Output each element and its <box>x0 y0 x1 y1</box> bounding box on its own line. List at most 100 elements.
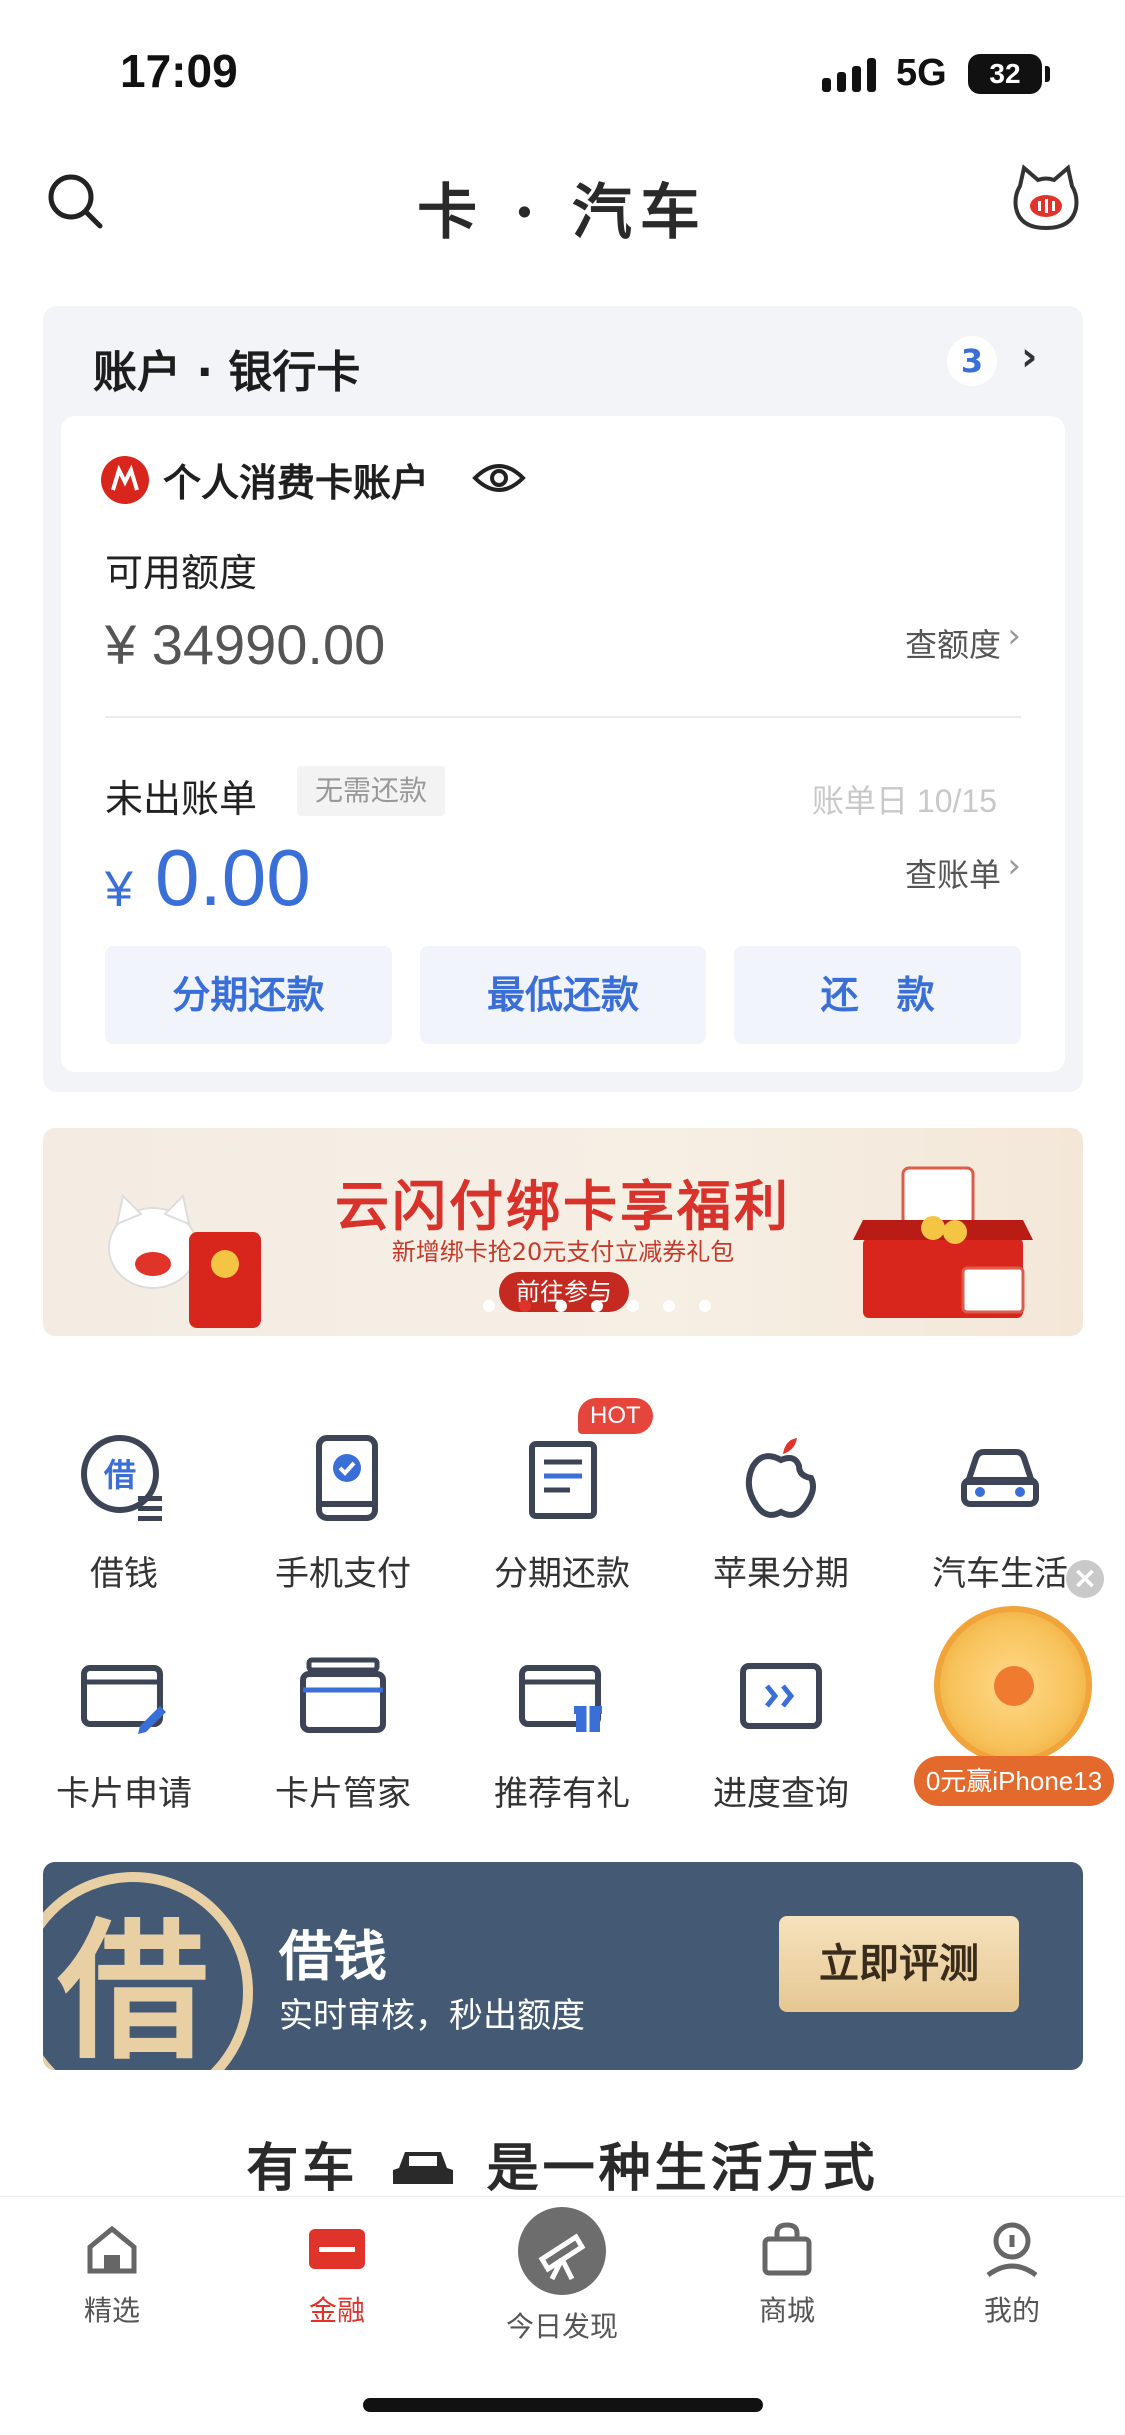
tab-label: 金融 <box>308 2294 365 2327</box>
tab-label: 今日发现 <box>505 2310 618 2343</box>
gift-box-illustration <box>853 1166 1033 1318</box>
bill-date: 账单日 10/15 <box>812 783 997 819</box>
minimum-repay-button[interactable]: 最低还款 <box>419 946 707 1044</box>
progress-icon <box>740 1663 822 1729</box>
installment-repay-button[interactable]: 分期还款 <box>105 946 392 1044</box>
loan-banner-title: 借钱 <box>279 1925 387 1988</box>
carousel-dot[interactable] <box>555 1300 567 1312</box>
slogan-text-after: 是一种生活方式 <box>486 2138 879 2199</box>
menu-item-progress[interactable]: 进度查询 <box>681 1650 881 1815</box>
menu-item-card-manager[interactable]: 卡片管家 <box>243 1650 443 1815</box>
account-count-badge[interactable]: 3 <box>947 336 997 386</box>
tab-mall[interactable]: 商城 <box>697 2219 877 2329</box>
slogan-text-before: 有车 <box>246 2138 359 2199</box>
check-bill-label: 查账单 <box>904 856 1001 894</box>
svg-text:借: 借 <box>103 1456 136 1494</box>
eye-icon[interactable] <box>471 458 527 498</box>
available-limit-label: 可用额度 <box>105 551 258 595</box>
signal-icon <box>822 58 876 92</box>
lucky-wheel-icon <box>934 1606 1092 1764</box>
menu-item-referral[interactable]: 推荐有礼 <box>462 1650 662 1815</box>
check-limit-link[interactable]: 查额度 <box>905 620 1001 666</box>
check-bill-link[interactable]: 查账单 <box>905 850 1001 896</box>
menu-item-loan[interactable]: 借 借钱 <box>24 1430 224 1595</box>
carousel-dot[interactable] <box>591 1300 603 1312</box>
wheel-center <box>994 1666 1034 1706</box>
unbilled-label: 未出账单 <box>105 777 258 821</box>
home-icon <box>87 2225 137 2274</box>
battery-icon: 32 <box>968 54 1042 94</box>
phone-pay-icon <box>316 1435 378 1521</box>
account-card: 账户 · 银行卡 3 › 个人消费卡账户 可用额度 ¥ 34990.00 查额度… <box>43 306 1083 1092</box>
menu-item-phone-pay[interactable]: 手机支付 <box>243 1430 443 1595</box>
apple-icon <box>745 1438 816 1518</box>
status-bar: 17:09 5G 32 <box>0 0 1125 140</box>
status-time: 17:09 <box>120 45 238 97</box>
lucky-wheel-label: 0元赢iPhone13 <box>914 1756 1114 1806</box>
tab-label: 商城 <box>758 2294 815 2327</box>
loan-banner-subtitle: 实时审核，秒出额度 <box>279 1996 585 2036</box>
profile-icon <box>986 2222 1038 2278</box>
menu-item-installment[interactable]: HOT 分期还款 <box>462 1398 662 1595</box>
telescope-icon <box>518 2207 606 2295</box>
loan-seal-logo: 借 <box>43 1872 253 2070</box>
menu-label: 苹果分期 <box>713 1554 849 1594</box>
hot-badge: HOT <box>578 1398 653 1434</box>
car-icon <box>392 2152 453 2184</box>
tab-profile[interactable]: 我的 <box>922 2219 1102 2329</box>
menu-label: 卡片管家 <box>275 1774 411 1814</box>
divider <box>105 716 1021 718</box>
chevron-right-icon[interactable]: › <box>1021 334 1037 380</box>
carousel-dots <box>483 1300 711 1312</box>
installment-icon <box>529 1441 597 1519</box>
check-limit-label: 查额度 <box>904 626 1001 664</box>
menu-label: 卡片申请 <box>56 1774 192 1814</box>
menu-label: 分期还款 <box>494 1554 630 1594</box>
carousel-dot[interactable] <box>483 1300 495 1312</box>
bag-icon <box>762 2222 812 2276</box>
bill-currency: ¥ <box>105 861 133 917</box>
account-section-title: 账户 · 银行卡 <box>93 347 361 398</box>
unbilled-amount: 0.00 <box>155 833 311 922</box>
section-slogan: 有车 是一种生活方式 <box>0 2126 1125 2201</box>
status-badge: 无需还款 <box>297 766 446 816</box>
available-limit-amount: ¥ 34990.00 <box>105 613 386 676</box>
promo-banner[interactable]: 云闪付绑卡享福利 新增绑卡抢20元支付立减券礼包 前往参与 <box>43 1128 1083 1336</box>
carousel-dot[interactable] <box>663 1300 675 1312</box>
carousel-dot-active[interactable] <box>519 1300 531 1312</box>
tab-discover[interactable]: 今日发现 <box>472 2207 652 2345</box>
tab-label: 精选 <box>83 2294 140 2327</box>
consumer-card-panel: 个人消费卡账户 可用额度 ¥ 34990.00 查额度 › 未出账单 无需还款 … <box>61 416 1065 1072</box>
menu-item-card-apply[interactable]: 卡片申请 <box>24 1650 224 1815</box>
carousel-dot[interactable] <box>699 1300 711 1312</box>
repay-button[interactable]: 还 款 <box>734 946 1022 1044</box>
tab-finance[interactable]: 金融 <box>247 2219 427 2329</box>
loan-icon: 借 <box>81 1435 162 1521</box>
menu-label: 进度查询 <box>713 1774 849 1814</box>
evaluate-now-button[interactable]: 立即评测 <box>779 1916 1019 2012</box>
close-icon[interactable]: × <box>1066 1560 1104 1598</box>
card-apply-icon <box>81 1665 166 1734</box>
menu-label: 推荐有礼 <box>494 1774 630 1814</box>
card-account-name: 个人消费卡账户 <box>163 461 430 505</box>
header: 卡 · 汽车 <box>0 150 1125 250</box>
menu-label: 借钱 <box>90 1554 158 1594</box>
card-manager-icon <box>300 1657 386 1733</box>
menu-label: 手机支付 <box>275 1554 411 1594</box>
car-icon <box>961 1449 1039 1507</box>
carousel-dot[interactable] <box>627 1300 639 1312</box>
tab-featured[interactable]: 精选 <box>22 2219 202 2329</box>
page-title: 卡 · 汽车 <box>417 178 708 248</box>
network-type: 5G <box>896 52 947 94</box>
floating-lucky-wheel[interactable]: × 0元赢iPhone13 <box>914 1560 1114 1810</box>
mascot-icon[interactable] <box>1012 164 1080 234</box>
battery-tip <box>1045 66 1050 82</box>
repay-button-row: 分期还款 最低还款 还 款 <box>105 946 1022 1044</box>
menu-item-apple-installment[interactable]: 苹果分期 <box>681 1430 881 1595</box>
chevron-right-icon: › <box>1007 846 1021 886</box>
chevron-right-icon: › <box>1007 616 1021 656</box>
loan-banner[interactable]: 借 借钱 实时审核，秒出额度 立即评测 <box>43 1862 1083 2070</box>
home-indicator[interactable] <box>363 2398 763 2412</box>
gift-card-icon <box>519 1665 602 1732</box>
bank-logo-icon <box>101 456 149 504</box>
